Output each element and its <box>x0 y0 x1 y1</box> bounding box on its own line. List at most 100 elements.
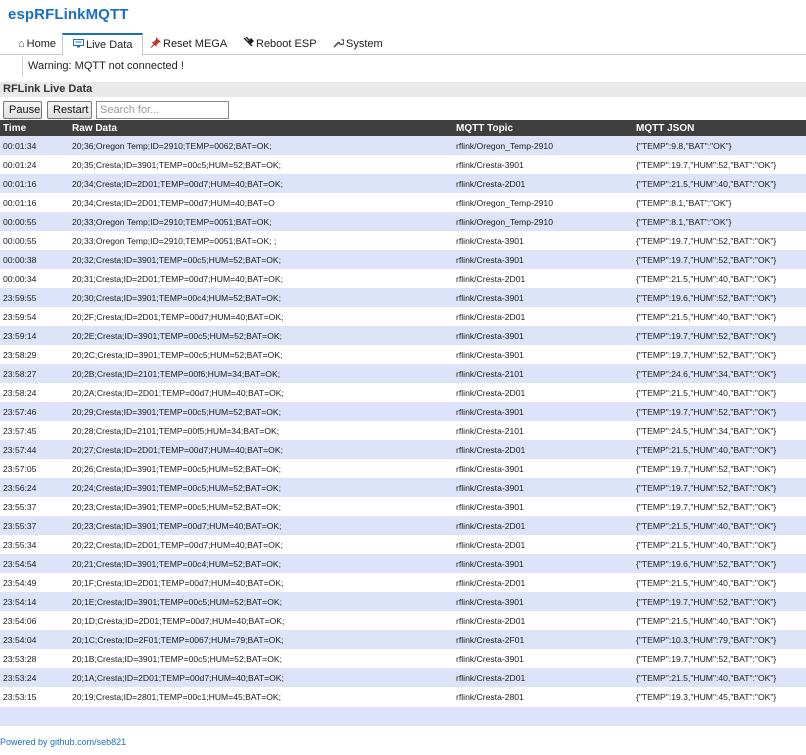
cell-time: 23:58:27 <box>0 364 69 383</box>
cell-raw-data: 20;34;Cresta;ID=2D01;TEMP=00d7;HUM=40;BA… <box>69 174 453 193</box>
table-empty-row <box>0 707 806 726</box>
footer-link[interactable]: github.com/seb821 <box>50 737 126 747</box>
cell-time: 00:01:16 <box>0 193 69 212</box>
cell-raw-data: 20;33;Oregon Temp;ID=2910;TEMP=0051;BAT=… <box>69 212 453 231</box>
table-row: 23:54:54 20;21;Cresta;ID=3901;TEMP=00c4;H… <box>0 554 806 573</box>
tab-reboot-esp[interactable]: Reboot ESP <box>243 33 317 55</box>
table-row: 00:00:55 20;33;Oregon Temp;ID=2910;TEMP=0… <box>0 212 806 231</box>
cell-time: 23:57:45 <box>0 421 69 440</box>
wrench-icon <box>333 37 345 51</box>
cell-time: 23:59:55 <box>0 288 69 307</box>
cell-mqtt-topic: rflink/Cresta-2D01 <box>453 516 633 535</box>
cell-time: 23:56:24 <box>0 478 69 497</box>
cell-mqtt-topic: rflink/Cresta-3901 <box>453 288 633 307</box>
cell-mqtt-json: {"TEMP":8.1,"BAT":"OK"} <box>633 193 806 212</box>
cell-raw-data: 20;24;Cresta;ID=3901;TEMP=00c5;HUM=52;BA… <box>69 478 453 497</box>
cell-mqtt-json: {"TEMP":19.7,"HUM":52,"BAT":"OK"} <box>633 345 806 364</box>
cell-raw-data: 20;27;Cresta;ID=2D01;TEMP=00d7;HUM=40;BA… <box>69 440 453 459</box>
cell-mqtt-json: {"TEMP":19.7,"HUM":52,"BAT":"OK"} <box>633 402 806 421</box>
cell-time: 23:59:54 <box>0 307 69 326</box>
cell-mqtt-json: {"TEMP":21.5,"HUM":40,"BAT":"OK"} <box>633 611 806 630</box>
cell-mqtt-topic: rflink/Cresta-2D01 <box>453 440 633 459</box>
tab-reboot-esp-label: Reboot ESP <box>256 38 317 50</box>
tab-home-label: Home <box>26 38 56 50</box>
cell-mqtt-json: {"TEMP":24.5,"HUM":34,"BAT":"OK"} <box>633 421 806 440</box>
plug-icon <box>243 36 254 51</box>
search-input[interactable] <box>96 101 229 119</box>
tab-home[interactable]: ⌂ Home <box>18 33 56 55</box>
cell-mqtt-json: {"TEMP":21.5,"HUM":40,"BAT":"OK"} <box>633 307 806 326</box>
table-row: 23:56:24 20;24;Cresta;ID=3901;TEMP=00c5;H… <box>0 478 806 497</box>
cell-mqtt-json: {"TEMP":21.5,"HUM":40,"BAT":"OK"} <box>633 668 806 687</box>
cell-raw-data: 20;19;Cresta;ID=2801;TEMP=00c1;HUM=45;BA… <box>69 687 453 706</box>
cell-mqtt-json: {"TEMP":9.8,"BAT":"OK"} <box>633 136 806 155</box>
cell-mqtt-json: {"TEMP":19.7,"HUM":52,"BAT":"OK"} <box>633 459 806 478</box>
cell-time: 23:59:14 <box>0 326 69 345</box>
cell-mqtt-topic: rflink/Cresta-2D01 <box>453 573 633 592</box>
cell-raw-data: 20;2E;Cresta;ID=3901;TEMP=00c5;HUM=52;BA… <box>69 326 453 345</box>
cell-raw-data: 20;2F;Cresta;ID=2D01;TEMP=00d7;HUM=40;BA… <box>69 307 453 326</box>
tab-bar: ⌂ Home Live Data Reset MEGA Reboot ESP Sy… <box>0 33 806 56</box>
cell-mqtt-topic: rflink/Oregon_Temp-2910 <box>453 136 633 155</box>
cell-raw-data: 20;30;Cresta;ID=3901;TEMP=00c4;HUM=52;BA… <box>69 288 453 307</box>
cell-mqtt-topic: rflink/Cresta-2101 <box>453 364 633 383</box>
cell-mqtt-topic: rflink/Cresta-2D01 <box>453 611 633 630</box>
cell-time: 23:53:15 <box>0 687 69 706</box>
cell-raw-data: 20;23;Cresta;ID=3901;TEMP=00c5;HUM=52;BA… <box>69 497 453 516</box>
table-row: 23:57:05 20;26;Cresta;ID=3901;TEMP=00c5;H… <box>0 459 806 478</box>
cell-mqtt-json: {"TEMP":21.5,"HUM":40,"BAT":"OK"} <box>633 573 806 592</box>
cell-mqtt-json: {"TEMP":19.7,"HUM":52,"BAT":"OK"} <box>633 231 806 250</box>
restart-button[interactable]: Restart <box>47 101 92 119</box>
cell-mqtt-json: {"TEMP":21.5,"HUM":40,"BAT":"OK"} <box>633 516 806 535</box>
table-row: 23:54:14 20;1E;Cresta;ID=3901;TEMP=00c5;H… <box>0 592 806 611</box>
cell-raw-data: 20;28;Cresta;ID=2101;TEMP=00f5;HUM=34;BA… <box>69 421 453 440</box>
cell-time: 23:54:49 <box>0 573 69 592</box>
cell-mqtt-topic: rflink/Cresta-2D01 <box>453 383 633 402</box>
cell-mqtt-json: {"TEMP":24.6,"HUM":34,"BAT":"OK"} <box>633 364 806 383</box>
cell-raw-data: 20;34;Cresta;ID=2D01;TEMP=00d7;HUM=40;BA… <box>69 193 453 212</box>
pause-button[interactable]: Pause <box>3 101 42 119</box>
home-icon: ⌂ <box>18 38 25 50</box>
cell-time: 23:57:44 <box>0 440 69 459</box>
cell-time: 23:53:28 <box>0 649 69 668</box>
cell-time: 00:00:34 <box>0 269 69 288</box>
cell-mqtt-topic: rflink/Cresta-3901 <box>453 402 633 421</box>
cell-mqtt-topic: rflink/Cresta-3901 <box>453 250 633 269</box>
tab-live-data-label: Live Data <box>86 39 133 51</box>
col-header-mqtt-json: MQTT JSON <box>633 120 806 136</box>
table-row: 23:58:27 20;2B;Cresta;ID=2101;TEMP=00f6;H… <box>0 364 806 383</box>
cell-time: 23:54:06 <box>0 611 69 630</box>
cell-mqtt-json: {"TEMP":21.5,"HUM":40,"BAT":"OK"} <box>633 383 806 402</box>
cell-time: 23:57:46 <box>0 402 69 421</box>
table-row: 23:59:55 20;30;Cresta;ID=3901;TEMP=00c4;H… <box>0 288 806 307</box>
table-row: 23:59:54 20;2F;Cresta;ID=2D01;TEMP=00d7;H… <box>0 307 806 326</box>
cell-mqtt-topic: rflink/Cresta-2101 <box>453 421 633 440</box>
table-row: 00:01:16 20;34;Cresta;ID=2D01;TEMP=00d7;H… <box>0 193 806 212</box>
tab-system[interactable]: System <box>333 33 383 55</box>
table-row: 23:53:15 20;19;Cresta;ID=2801;TEMP=00c1;H… <box>0 687 806 706</box>
cell-mqtt-topic: rflink/Cresta-3901 <box>453 554 633 573</box>
cell-mqtt-topic: rflink/Cresta-3901 <box>453 326 633 345</box>
cell-mqtt-topic: rflink/Cresta-3901 <box>453 592 633 611</box>
cell-raw-data: 20;1B;Cresta;ID=3901;TEMP=00c5;HUM=52;BA… <box>69 649 453 668</box>
col-header-raw-data: Raw Data <box>69 120 453 136</box>
cell-mqtt-topic: rflink/Cresta-3901 <box>453 459 633 478</box>
cell-time: 00:01:24 <box>0 155 69 174</box>
cell-mqtt-json: {"TEMP":19.7,"HUM":52,"BAT":"OK"} <box>633 326 806 345</box>
cell-time: 23:53:24 <box>0 668 69 687</box>
table-row: 23:54:49 20;1F;Cresta;ID=2D01;TEMP=00d7;H… <box>0 573 806 592</box>
tab-live-data[interactable]: Live Data <box>62 33 144 56</box>
table-row: 23:53:24 20;1A;Cresta;ID=2D01;TEMP=00d7;H… <box>0 668 806 687</box>
cell-time: 00:01:34 <box>0 136 69 155</box>
cell-time: 23:54:04 <box>0 630 69 649</box>
tab-reset-mega[interactable]: Reset MEGA <box>150 33 227 55</box>
footer-prefix: Powered by <box>0 737 48 747</box>
cell-time: 00:00:55 <box>0 231 69 250</box>
cell-mqtt-topic: rflink/Cresta-2F01 <box>453 630 633 649</box>
cell-mqtt-json: {"TEMP":19.7,"HUM":52,"BAT":"OK"} <box>633 497 806 516</box>
table-row: 23:57:46 20;29;Cresta;ID=3901;TEMP=00c5;H… <box>0 402 806 421</box>
cell-raw-data: 20;36;Oregon Temp;ID=2910;TEMP=0062;BAT=… <box>69 136 453 155</box>
cell-raw-data: 20;1D;Cresta;ID=2D01;TEMP=00d7;HUM=40;BA… <box>69 611 453 630</box>
cell-mqtt-json: {"TEMP":19.3,"HUM":45,"BAT":"OK"} <box>633 687 806 706</box>
cell-time: 23:54:14 <box>0 592 69 611</box>
